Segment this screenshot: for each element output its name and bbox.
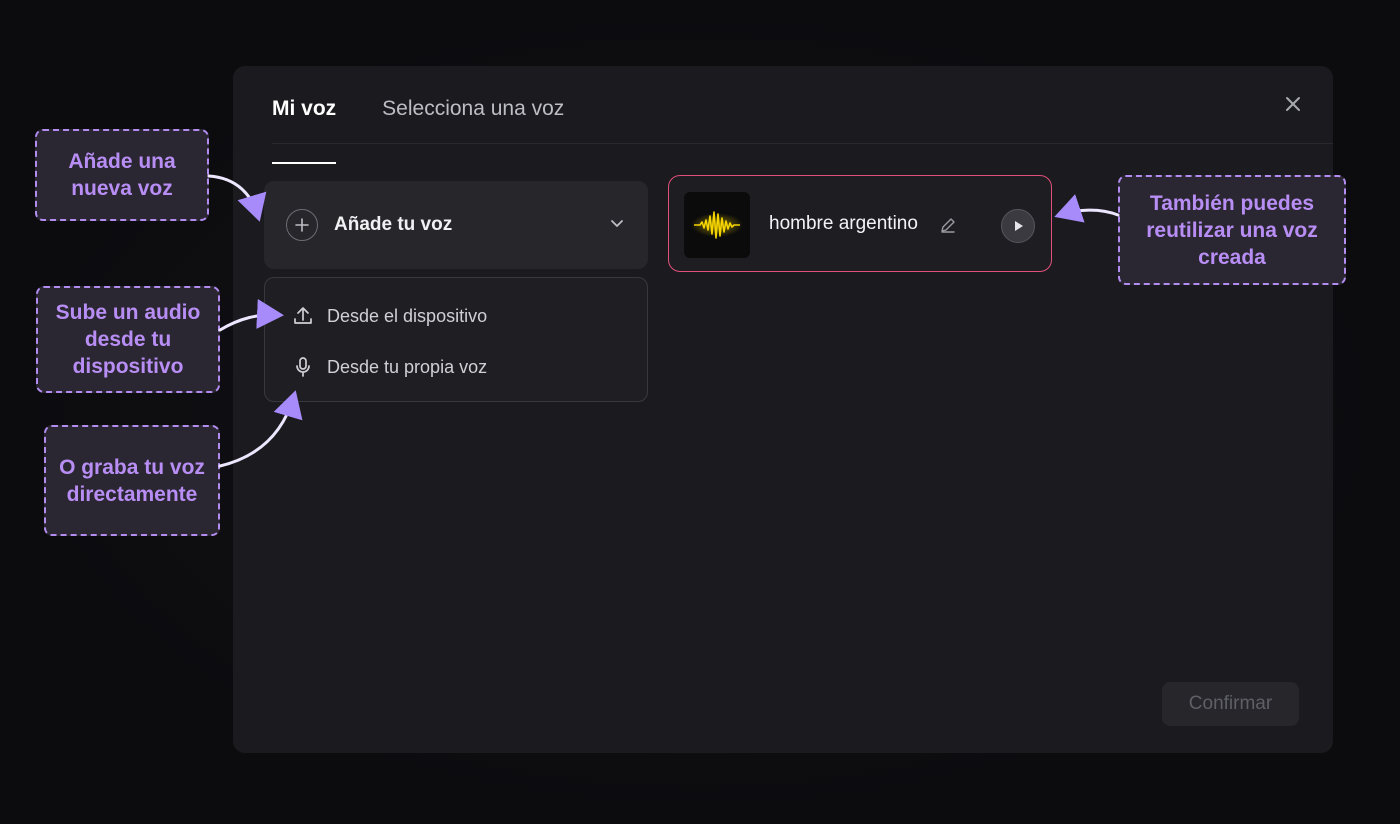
- callout-upload: Sube un audio desde tu dispositivo: [36, 286, 220, 393]
- callout-record: O graba tu voz directamente: [44, 425, 220, 536]
- voice-modal: Mi voz Selecciona una voz Añade tu voz D…: [233, 66, 1333, 753]
- voice-card[interactable]: hombre argentino: [668, 175, 1052, 272]
- menu-item-label: Desde tu propia voz: [327, 356, 488, 377]
- confirm-button[interactable]: Confirmar: [1162, 682, 1299, 726]
- menu-item-propia-voz[interactable]: Desde tu propia voz: [291, 352, 487, 382]
- pencil-icon[interactable]: [939, 216, 957, 234]
- tab-bar: Mi voz Selecciona una voz: [272, 94, 564, 164]
- voice-name: hombre argentino: [769, 213, 918, 234]
- tabs-divider: [272, 143, 1333, 144]
- tab-selecciona-voz[interactable]: Selecciona una voz: [382, 94, 564, 144]
- play-icon[interactable]: [1001, 209, 1035, 243]
- add-voice-dropdown[interactable]: Añade tu voz: [264, 181, 648, 269]
- add-voice-label: Añade tu voz: [334, 214, 453, 235]
- callout-reuse: También puedes reutilizar una voz creada: [1118, 175, 1346, 285]
- upload-icon: [291, 304, 315, 328]
- close-icon[interactable]: [1280, 92, 1306, 118]
- menu-item-label: Desde el dispositivo: [327, 305, 488, 326]
- plus-circle-icon: [286, 209, 318, 241]
- tab-mi-voz[interactable]: Mi voz: [272, 94, 337, 164]
- microphone-icon: [291, 355, 315, 379]
- waveform-icon: [684, 192, 750, 258]
- menu-item-dispositivo[interactable]: Desde el dispositivo: [291, 301, 487, 331]
- stage: Mi voz Selecciona una voz Añade tu voz D…: [0, 0, 1400, 824]
- add-voice-menu: Desde el dispositivo Desde tu propia voz: [264, 277, 648, 402]
- chevron-down-icon: [611, 220, 623, 227]
- callout-add-new: Añade una nueva voz: [35, 129, 209, 221]
